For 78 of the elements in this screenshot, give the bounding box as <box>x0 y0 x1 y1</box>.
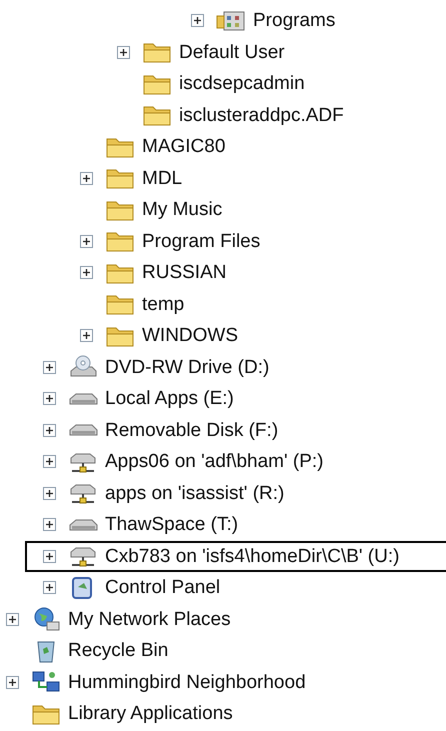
tree-row[interactable]: apps on 'isassist' (R:) <box>0 478 446 509</box>
plus-icon <box>82 268 91 278</box>
tree-item-label: My Music <box>142 200 222 220</box>
expand-button[interactable] <box>43 424 56 437</box>
tree-row[interactable]: WINDOWS <box>0 320 446 352</box>
plus-icon <box>8 614 17 624</box>
tree-item-label: RUSSIAN <box>142 263 226 282</box>
tree-row[interactable]: Cxb783 on 'isfs4\homeDir\C\B' (U:) <box>25 540 446 572</box>
tree-row[interactable]: MAGIC80 <box>0 131 446 162</box>
plus-icon <box>82 174 91 183</box>
tree-item-label: Removable Disk (F:) <box>105 420 278 440</box>
plus-icon <box>119 48 128 57</box>
plus-icon <box>82 331 91 340</box>
expand-button[interactable] <box>43 581 56 594</box>
tree-item-label: Recycle Bin <box>68 641 168 660</box>
plus-icon <box>45 457 54 466</box>
tree-row[interactable]: iscdsepcadmin <box>0 68 446 100</box>
tree-item-label: isclusteraddpc.ADF <box>179 106 344 125</box>
tree-row[interactable]: isclusteraddpc.ADF <box>0 100 446 131</box>
expand-button[interactable] <box>80 172 93 185</box>
expand-button[interactable] <box>43 550 56 563</box>
tree-row[interactable]: ThawSpace (T:) <box>0 509 446 540</box>
tree-row[interactable]: Program Files <box>0 226 446 257</box>
tree-row[interactable]: Library Applications <box>0 698 446 730</box>
tree-item-label: My Network Places <box>68 610 231 629</box>
tree-item-label: apps on 'isassist' (R:) <box>105 484 284 503</box>
tree-row[interactable]: Hummingbird Neighborhood <box>0 666 446 698</box>
tree-item-label: ThawSpace (T:) <box>105 515 238 534</box>
tree-item-label: Apps06 on 'adf\bham' (P:) <box>105 452 324 472</box>
tree-row[interactable]: Programs <box>0 5 446 36</box>
tree-item-label: Hummingbird Neighborhood <box>68 672 306 692</box>
expand-button[interactable] <box>117 46 130 59</box>
expand-button[interactable] <box>6 676 19 689</box>
plus-icon <box>45 520 54 530</box>
expand-button[interactable] <box>80 234 93 248</box>
tree-row[interactable]: DVD-RW Drive (D:) <box>0 352 446 383</box>
tree-item-label: Program Files <box>142 232 260 251</box>
tree-item-label: Control Panel <box>105 578 220 598</box>
expand-button[interactable] <box>43 455 56 468</box>
expand-button[interactable] <box>43 518 56 532</box>
expand-button[interactable] <box>43 392 56 406</box>
expand-button[interactable] <box>43 360 56 374</box>
tree-item-label: WINDOWS <box>142 326 238 346</box>
tree-row[interactable]: RUSSIAN <box>0 257 446 288</box>
tree-row[interactable]: My Network Places <box>0 604 446 635</box>
expand-button[interactable] <box>191 14 204 28</box>
tree-row[interactable]: Control Panel <box>0 572 446 604</box>
tree-item-label: temp <box>142 294 184 314</box>
plus-icon <box>8 678 17 687</box>
tree-item-label: Programs <box>253 11 336 30</box>
plus-icon <box>193 16 202 26</box>
expand-button[interactable] <box>80 266 93 280</box>
plus-icon <box>45 362 54 372</box>
tree-item-label: Library Applications <box>68 704 233 724</box>
tree-item-label: Default User <box>179 42 285 62</box>
plus-icon <box>82 236 91 246</box>
plus-icon <box>45 394 54 404</box>
tree-row[interactable]: Removable Disk (F:) <box>0 414 446 446</box>
expand-button[interactable] <box>43 486 56 500</box>
tree-item-label: iscdsepcadmin <box>179 74 305 94</box>
plus-icon <box>45 426 54 435</box>
plus-icon <box>45 583 54 592</box>
tree-row[interactable]: Recycle Bin <box>0 635 446 666</box>
tree-item-label: MAGIC80 <box>142 137 226 156</box>
tree-row[interactable]: Apps06 on 'adf\bham' (P:) <box>0 446 446 478</box>
tree-row[interactable]: Default User <box>0 36 446 68</box>
tree-item-label: MDL <box>142 168 182 188</box>
plus-icon <box>45 552 54 561</box>
tree-item-label: Local Apps (E:) <box>105 389 234 408</box>
plus-icon <box>45 488 54 498</box>
tree-row[interactable]: My Music <box>0 194 446 226</box>
expand-button[interactable] <box>6 612 19 626</box>
expand-button[interactable] <box>80 329 93 342</box>
tree-row[interactable]: MDL <box>0 162 446 194</box>
tree-item-label: Cxb783 on 'isfs4\homeDir\C\B' (U:) <box>105 546 400 566</box>
tree-row[interactable]: Local Apps (E:) <box>0 383 446 414</box>
tree-item-label: DVD-RW Drive (D:) <box>105 358 270 377</box>
tree-row[interactable]: temp <box>0 288 446 320</box>
